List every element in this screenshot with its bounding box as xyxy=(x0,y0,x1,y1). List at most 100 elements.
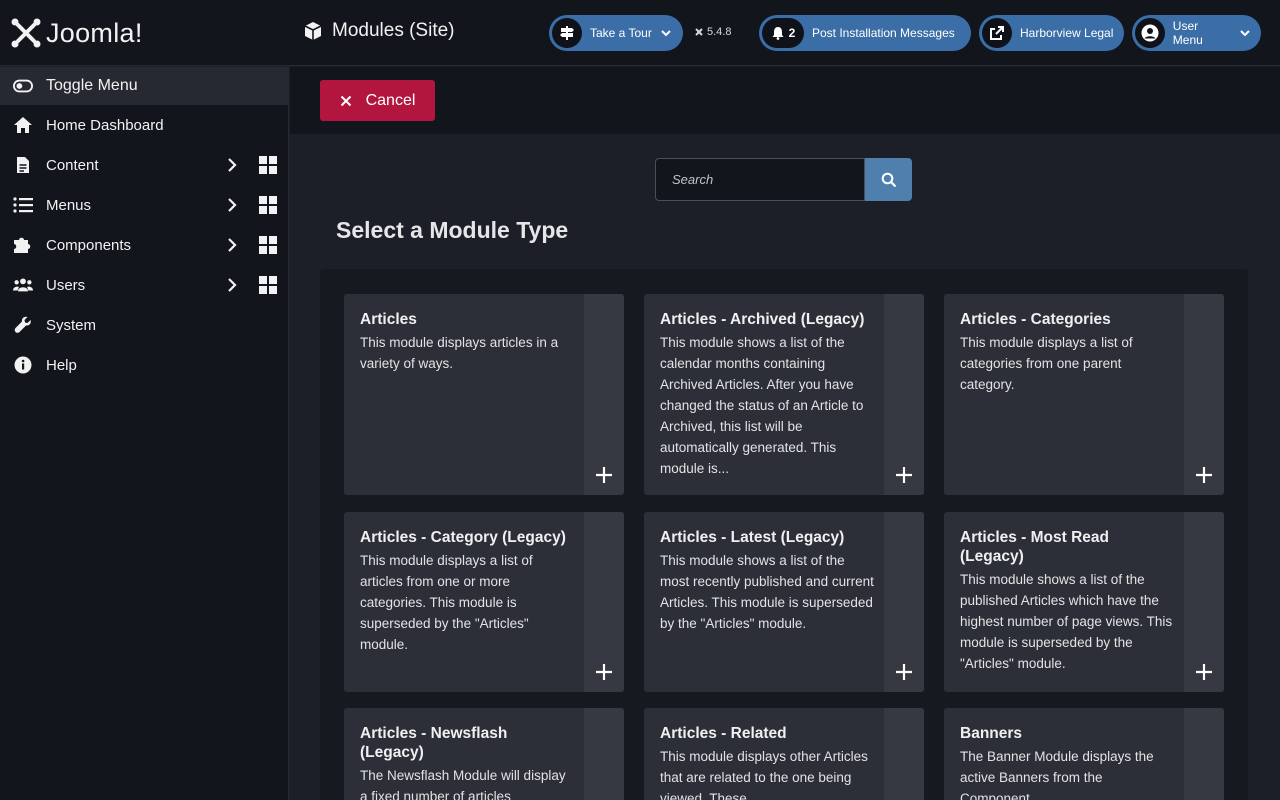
puzzle-icon xyxy=(13,235,33,255)
module-card-articles-categories[interactable]: Articles - Categories This module displa… xyxy=(944,294,1224,495)
module-description: This module displays a list of articles … xyxy=(360,553,533,652)
joomla-mini-icon xyxy=(695,28,703,36)
site-link-button[interactable]: Harborview Legal xyxy=(979,15,1124,51)
section-title: Select a Module Type xyxy=(336,217,569,243)
sidebar-item-label: Home Dashboard xyxy=(46,116,164,134)
card-add-strip xyxy=(584,294,624,495)
chevron-right-icon[interactable] xyxy=(225,277,239,293)
sidebar-item-components[interactable]: Components xyxy=(0,225,288,265)
plus-icon[interactable] xyxy=(1195,466,1213,484)
module-description: This module shows a list of the most rec… xyxy=(660,553,874,631)
card-body: Articles - Most Read (Legacy) This modul… xyxy=(944,512,1184,674)
card-body: Articles - Related This module displays … xyxy=(644,708,884,800)
post-installation-label: Post Installation Messages xyxy=(812,26,955,40)
module-description: This module shows a list of the calendar… xyxy=(660,335,864,476)
toolbar: Cancel xyxy=(290,67,1280,134)
card-add-strip xyxy=(884,294,924,495)
module-title: Articles - Related xyxy=(660,725,787,742)
plus-icon[interactable] xyxy=(895,466,913,484)
plus-icon[interactable] xyxy=(595,466,613,484)
dashboard-grid-icon[interactable] xyxy=(259,156,277,174)
list-icon xyxy=(13,195,33,215)
module-card-articles-most-read[interactable]: Articles - Most Read (Legacy) This modul… xyxy=(944,512,1224,692)
card-body: Articles - Latest (Legacy) This module s… xyxy=(644,512,884,634)
wrench-icon xyxy=(13,315,33,335)
user-menu-button[interactable]: User Menu xyxy=(1132,15,1261,51)
module-title: Articles - Newsflash (Legacy) xyxy=(360,725,508,761)
sidebar-item-users[interactable]: Users xyxy=(0,265,288,305)
search-icon xyxy=(881,172,896,187)
sidebar-item-home-dashboard[interactable]: Home Dashboard xyxy=(0,105,288,145)
module-title: Articles - Category (Legacy) xyxy=(360,529,566,546)
module-description: This module displays other Articles that… xyxy=(660,749,868,800)
sidebar-item-system[interactable]: System xyxy=(0,305,288,345)
module-description: This module displays a list of categorie… xyxy=(960,335,1133,392)
external-link-icon xyxy=(982,18,1012,48)
module-card-articles-category[interactable]: Articles - Category (Legacy) This module… xyxy=(344,512,624,692)
sidebar-item-content[interactable]: Content xyxy=(0,145,288,185)
module-card-articles[interactable]: Articles This module displays articles i… xyxy=(344,294,624,495)
module-title: Articles - Latest (Legacy) xyxy=(660,529,845,546)
search-input[interactable] xyxy=(655,158,865,201)
module-title: Banners xyxy=(960,725,1023,742)
dashboard-grid-icon[interactable] xyxy=(259,276,277,294)
sidebar: Toggle Menu Home Dashboard Content Menus… xyxy=(0,67,289,800)
module-card-banners[interactable]: Banners The Banner Module displays the a… xyxy=(944,708,1224,800)
search-bar xyxy=(655,158,912,201)
user-circle-icon xyxy=(1135,18,1165,48)
notification-count: 2 xyxy=(788,26,796,40)
joomla-logo[interactable]: Joomla! xyxy=(10,17,143,49)
module-card-articles-related[interactable]: Articles - Related This module displays … xyxy=(644,708,924,800)
sidebar-item-label: Menus xyxy=(46,196,92,214)
card-body: Articles - Newsflash (Legacy) The Newsfl… xyxy=(344,708,584,800)
chevron-right-icon[interactable] xyxy=(225,237,239,253)
brand-name: Joomla! xyxy=(46,17,143,48)
module-card-articles-latest[interactable]: Articles - Latest (Legacy) This module s… xyxy=(644,512,924,692)
sidebar-item-label: Help xyxy=(46,356,77,374)
dashboard-grid-icon[interactable] xyxy=(259,236,277,254)
module-description: This module displays articles in a varie… xyxy=(360,335,559,371)
module-card-articles-newsflash[interactable]: Articles - Newsflash (Legacy) The Newsfl… xyxy=(344,708,624,800)
plus-icon[interactable] xyxy=(1195,663,1213,681)
module-title: Articles - Archived (Legacy) xyxy=(660,311,865,328)
chevron-right-icon[interactable] xyxy=(225,157,239,173)
close-icon xyxy=(340,95,351,106)
sidebar-item-help[interactable]: Help xyxy=(0,345,288,385)
card-body: Banners The Banner Module displays the a… xyxy=(944,708,1184,800)
dashboard-grid-icon[interactable] xyxy=(259,196,277,214)
module-grid: Articles This module displays articles i… xyxy=(320,269,1248,800)
bell-icon xyxy=(772,27,784,40)
sidebar-item-label: Content xyxy=(46,156,99,174)
post-installation-messages-button[interactable]: 2 Post Installation Messages xyxy=(759,15,971,51)
sidebar-item-menus[interactable]: Menus xyxy=(0,185,288,225)
card-body: Articles - Archived (Legacy) This module… xyxy=(644,294,884,479)
search-button[interactable] xyxy=(865,158,912,201)
plus-icon[interactable] xyxy=(595,663,613,681)
module-title: Articles - Most Read (Legacy) xyxy=(960,529,1110,565)
sidebar-item-label: Toggle Menu xyxy=(46,77,138,94)
home-icon xyxy=(13,115,33,135)
take-a-tour-button[interactable]: Take a Tour xyxy=(549,15,683,51)
plus-icon[interactable] xyxy=(895,663,913,681)
cancel-label: Cancel xyxy=(365,91,416,109)
cube-icon xyxy=(304,22,322,40)
site-name-label: Harborview Legal xyxy=(1020,26,1114,40)
module-title: Articles - Categories xyxy=(960,311,1111,328)
card-body: Articles - Category (Legacy) This module… xyxy=(344,512,584,655)
card-add-strip xyxy=(584,708,624,800)
cancel-button[interactable]: Cancel xyxy=(320,80,435,121)
chevron-down-icon xyxy=(1240,30,1250,37)
card-add-strip xyxy=(1184,708,1224,800)
sidebar-item-label: Components xyxy=(46,236,132,254)
sidebar-item-toggle-menu[interactable]: Toggle Menu xyxy=(0,67,288,105)
module-card-articles-archived[interactable]: Articles - Archived (Legacy) This module… xyxy=(644,294,924,495)
top-header: Joomla! Modules (Site) Take a Tour 5.4.8… xyxy=(0,0,1280,66)
page-title-text: Modules (Site) xyxy=(332,20,455,41)
card-body: Articles - Categories This module displa… xyxy=(944,294,1184,395)
chevron-right-icon[interactable] xyxy=(225,197,239,213)
card-body: Articles This module displays articles i… xyxy=(344,294,584,374)
card-add-strip xyxy=(884,708,924,800)
toggle-icon xyxy=(13,76,33,96)
card-add-strip xyxy=(1184,294,1224,495)
chevron-down-icon xyxy=(661,30,671,37)
